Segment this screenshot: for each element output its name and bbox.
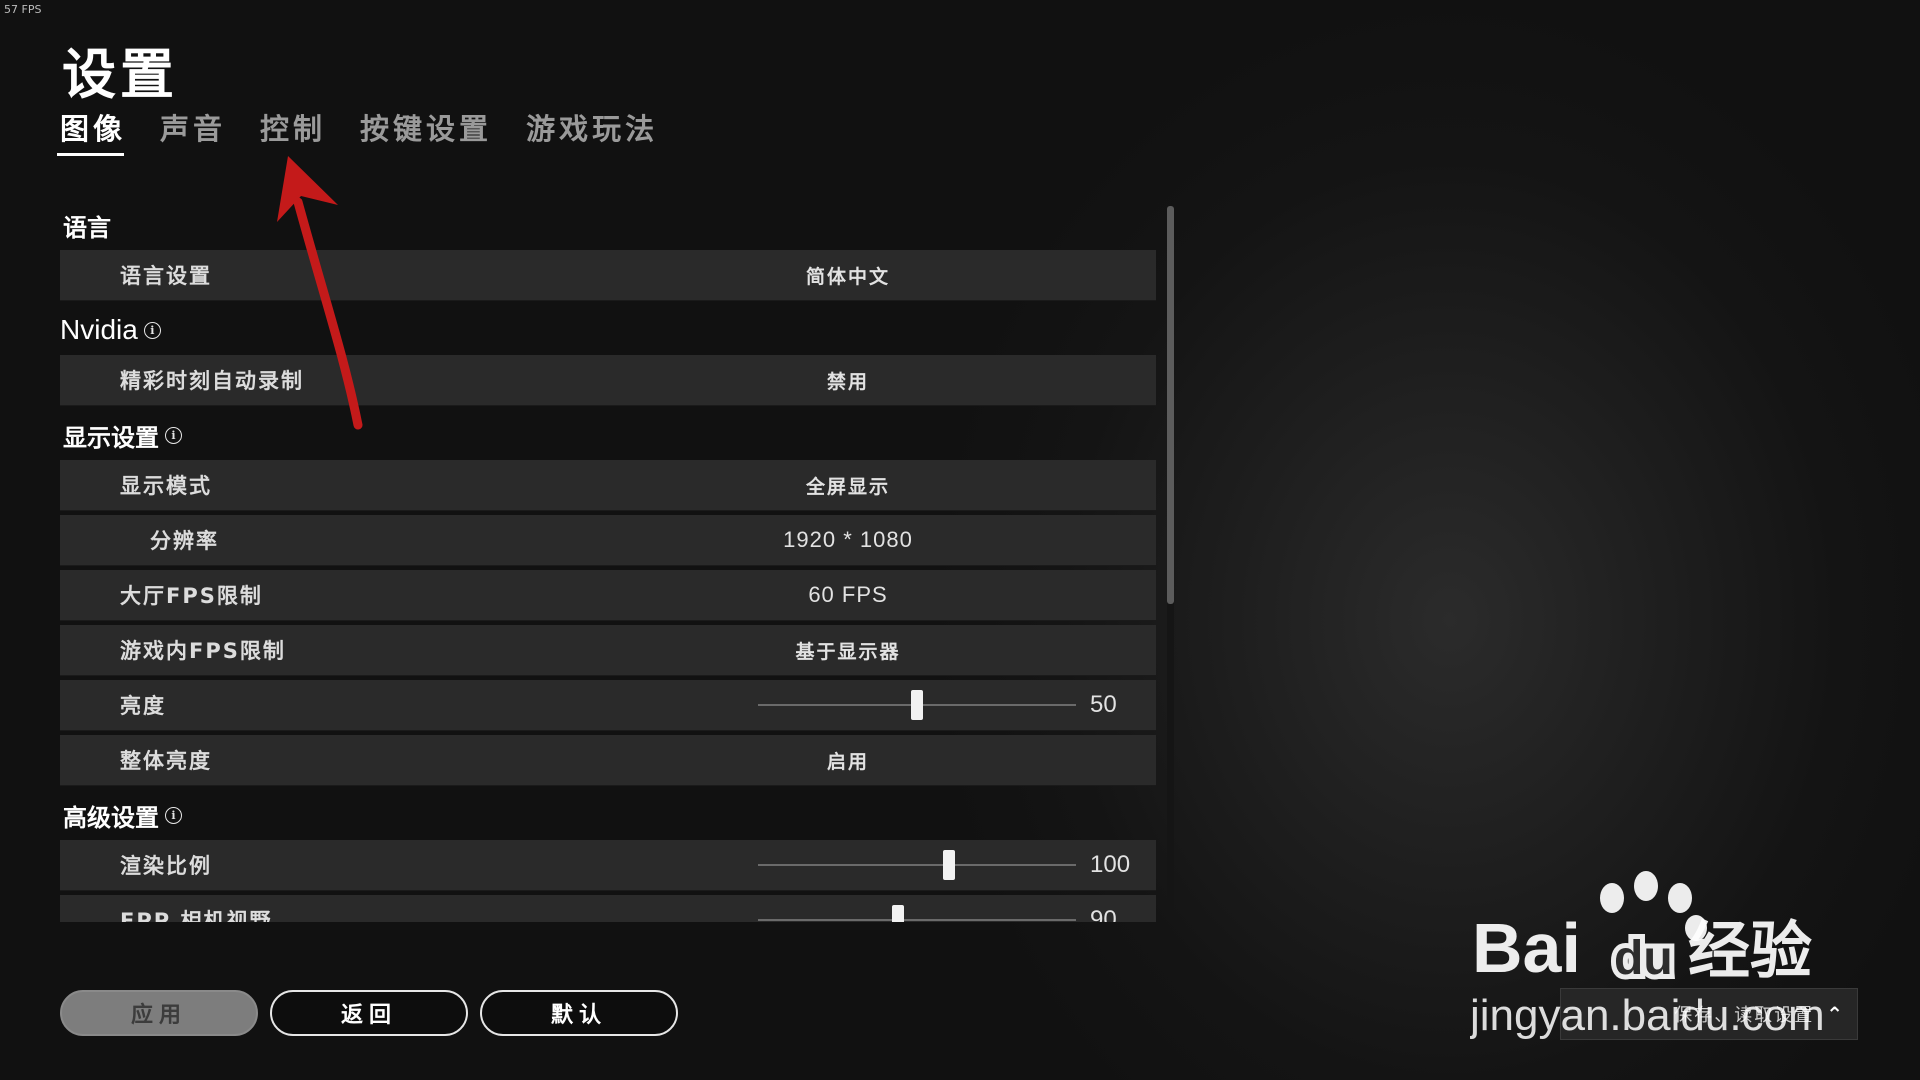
fpp-fov-slider-thumb[interactable] (891, 905, 904, 922)
setting-row-overall-brightness[interactable]: 整体亮度 启用 (60, 735, 1156, 786)
setting-value[interactable]: 1920 * 1080 (665, 527, 1031, 553)
tab-sound[interactable]: 声音 (160, 106, 226, 156)
tab-gameplay[interactable]: 游戏玩法 (526, 106, 658, 156)
tab-keybindings[interactable]: 按键设置 (360, 106, 492, 156)
setting-row-brightness: 亮度 50 (60, 680, 1156, 731)
setting-label: 显示模式 (120, 474, 212, 498)
page-title: 设置 (62, 43, 178, 106)
setting-value[interactable]: 简体中文 (665, 262, 1031, 289)
section-label: Nvidia (60, 314, 138, 345)
section-label: 高级设置 (63, 803, 159, 832)
section-label: 显示设置 (63, 423, 159, 452)
setting-row-highlights[interactable]: 精彩时刻自动录制 禁用 (60, 355, 1156, 406)
setting-value[interactable]: 启用 (665, 747, 1031, 774)
setting-label: 游戏内FPS限制 (120, 639, 286, 663)
settings-screen: 57 FPS 设置 图像 声音 控制 按键设置 游戏玩法 语言 语言设置 简体中… (0, 0, 1920, 1080)
setting-row-resolution[interactable]: 分辨率 1920 * 1080 (60, 515, 1156, 566)
baidu-watermark: Bai du 经验 jingyan.baidu.com (1470, 871, 1825, 1040)
fpp-fov-slider-track[interactable] (758, 905, 1076, 922)
setting-row-language[interactable]: 语言设置 简体中文 (60, 250, 1156, 301)
tab-controls[interactable]: 控制 (260, 106, 326, 156)
setting-label: 亮度 (120, 694, 166, 718)
setting-label: 分辨率 (150, 529, 219, 553)
settings-tabs: 图像 声音 控制 按键设置 游戏玩法 (56, 106, 658, 156)
setting-label: 渲染比例 (120, 854, 212, 878)
section-title-nvidia: Nvidia i (60, 305, 1156, 355)
setting-value[interactable]: 全屏显示 (665, 472, 1031, 499)
setting-value[interactable]: 禁用 (665, 367, 1031, 394)
tab-graphics[interactable]: 图像 (56, 106, 126, 156)
section-label: 语言 (63, 213, 111, 242)
setting-row-render-scale: 渲染比例 100 (60, 840, 1156, 891)
setting-label: FPP 相机视野 (120, 909, 273, 922)
section-title-language: 语言 (60, 200, 1156, 250)
info-circle-icon[interactable]: i (143, 321, 161, 339)
render-scale-slider-track[interactable] (758, 850, 1076, 880)
info-circle-icon[interactable]: i (165, 806, 182, 824)
watermark-brand: Bai (1472, 909, 1581, 987)
setting-row-fpp-fov: FPP 相机视野 90 (60, 895, 1156, 922)
apply-button[interactable]: 应用 (60, 990, 258, 1036)
back-button[interactable]: 返回 (270, 990, 468, 1036)
info-circle-icon[interactable]: i (165, 426, 182, 444)
fpp-fov-value: 90 (1090, 906, 1117, 922)
section-title-advanced: 高级设置 i (60, 790, 1156, 840)
setting-label: 语言设置 (120, 264, 212, 288)
setting-value[interactable]: 60 FPS (665, 582, 1031, 608)
brightness-slider-track[interactable] (758, 690, 1076, 720)
settings-scrollbar[interactable] (1167, 206, 1174, 920)
setting-row-display-mode[interactable]: 显示模式 全屏显示 (60, 460, 1156, 511)
watermark-brand-suffix: du (1614, 932, 1673, 985)
setting-row-ingame-fps[interactable]: 游戏内FPS限制 基于显示器 (60, 625, 1156, 676)
render-scale-value: 100 (1090, 851, 1131, 878)
setting-label: 精彩时刻自动录制 (120, 369, 304, 393)
default-button[interactable]: 默认 (480, 990, 678, 1036)
setting-row-lobby-fps[interactable]: 大厅FPS限制 60 FPS (60, 570, 1156, 621)
settings-panel: 语言 语言设置 简体中文 Nvidia i 精彩时刻自动录制 禁用 显示设置 i… (60, 200, 1156, 922)
watermark-url: jingyan.baidu.com (1470, 991, 1825, 1040)
watermark-product: 经验 (1688, 914, 1812, 987)
brightness-slider-thumb[interactable] (911, 690, 923, 720)
scrollbar-thumb[interactable] (1167, 206, 1174, 604)
setting-label: 大厅FPS限制 (120, 584, 263, 608)
brightness-value: 50 (1090, 691, 1117, 718)
setting-label: 整体亮度 (120, 749, 212, 773)
render-scale-slider-thumb[interactable] (942, 850, 955, 880)
section-title-display: 显示设置 i (60, 410, 1156, 460)
fps-counter: 57 FPS (4, 3, 42, 16)
setting-value[interactable]: 基于显示器 (665, 637, 1031, 664)
